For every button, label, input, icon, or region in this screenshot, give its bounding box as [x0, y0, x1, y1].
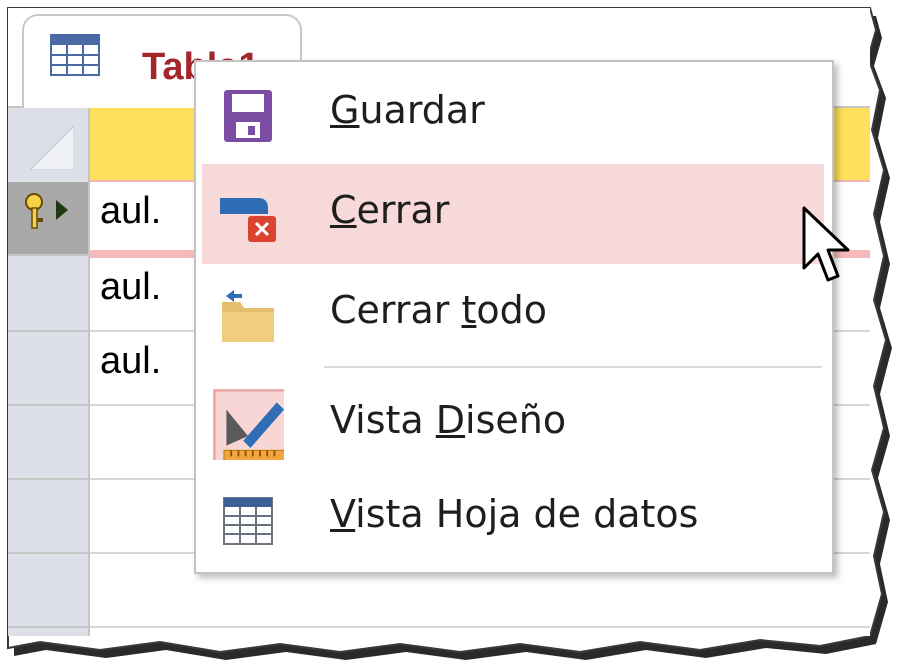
datasheet-table-icon [50, 34, 100, 76]
row-cell-value: aul. [100, 340, 162, 382]
row-selector[interactable] [8, 332, 88, 406]
access-key: G [330, 88, 360, 132]
primary-key-current-row-icon [25, 193, 68, 229]
menu-label: Vista Diseño [330, 398, 567, 442]
menu-separator [324, 366, 822, 368]
row-selector-current[interactable] [8, 182, 88, 256]
row-selector[interactable] [8, 554, 88, 628]
select-all-triangle-icon [30, 126, 74, 170]
menu-item-vista-diseno[interactable]: Vista Diseño [202, 374, 824, 474]
menu-label: Cerrar [330, 188, 450, 232]
row-selector[interactable] [8, 258, 88, 332]
menu-item-vista-hoja-de-datos[interactable]: Vista Hoja de datos [202, 468, 824, 568]
menu-label: Cerrar todo [330, 288, 548, 332]
row-selector[interactable] [8, 480, 88, 554]
access-key: C [330, 188, 357, 232]
access-key: D [435, 398, 466, 442]
access-document-window: Tabla1 aul. aul. aul. [8, 8, 870, 636]
menu-label: Guardar [330, 88, 485, 132]
menu-item-guardar[interactable]: Guardar [202, 64, 824, 164]
datasheet-view-icon [223, 497, 273, 545]
row-cell-value: aul. [100, 266, 162, 308]
close-all-folder-icon [222, 290, 274, 342]
menu-item-cerrar[interactable]: Cerrar [202, 164, 824, 264]
design-view-icon [213, 389, 284, 460]
menu-item-cerrar-todo[interactable]: Cerrar todo [202, 264, 824, 364]
screenshot: Tabla1 aul. aul. aul. [0, 0, 901, 660]
row-selector[interactable] [8, 406, 88, 480]
menu-label: Vista Hoja de datos [330, 492, 699, 536]
access-key: V [330, 492, 356, 536]
save-icon [224, 90, 272, 142]
mouse-pointer-icon [802, 206, 850, 282]
tab-context-menu: Guardar Cerrar Cerrar todo Vista Diseño … [194, 60, 834, 574]
close-object-icon [220, 198, 276, 242]
access-key: t [461, 288, 477, 332]
row-cell-value: aul. [100, 190, 162, 232]
